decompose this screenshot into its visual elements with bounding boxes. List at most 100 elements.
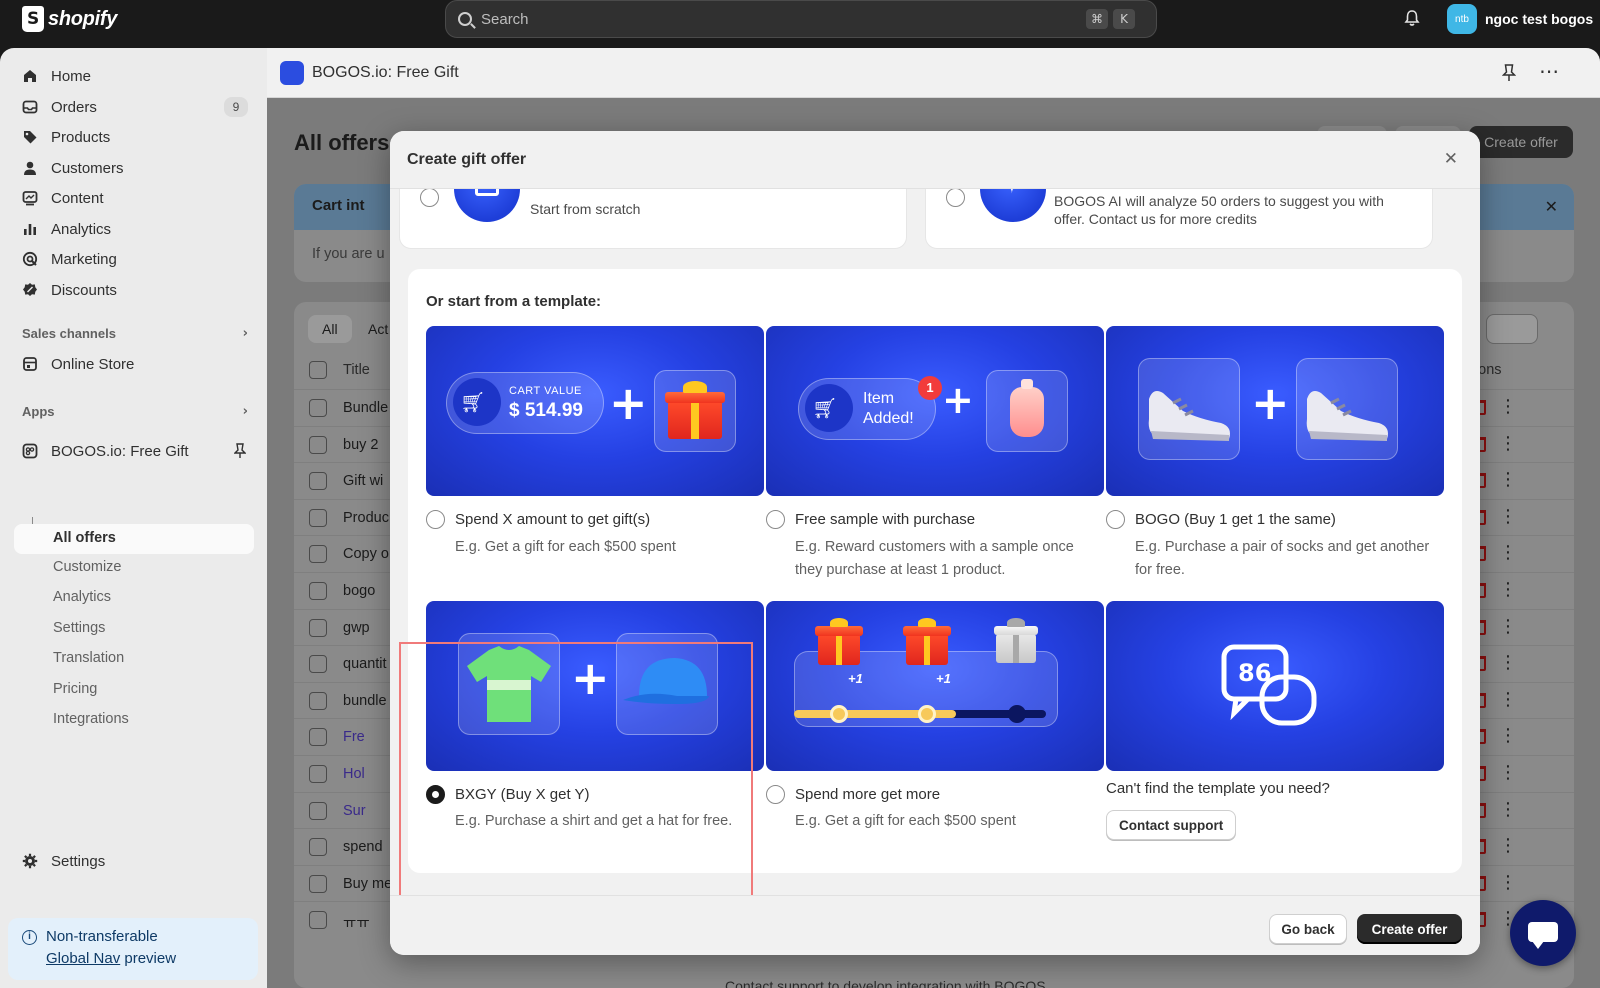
bogos-ai-option[interactable]: ✦ BOGOS AI will analyze 50 orders to sug… <box>925 189 1433 249</box>
row-title[interactable]: Bundle <box>343 400 388 416</box>
row-checkbox[interactable] <box>309 911 327 930</box>
sidebar-subitem-integrations[interactable]: Integrations <box>53 711 129 727</box>
row-checkbox[interactable] <box>309 655 327 674</box>
row-title[interactable]: quantit <box>343 656 387 672</box>
sidebar-item-settings[interactable]: Settings <box>22 847 254 875</box>
row-title[interactable]: Copy o <box>343 546 389 562</box>
template-radio[interactable] <box>1106 510 1125 529</box>
row-checkbox[interactable] <box>309 508 327 527</box>
sidebar-item-products[interactable]: Products <box>22 123 254 151</box>
select-all-checkbox[interactable] <box>309 361 327 379</box>
row-title[interactable]: Hol <box>343 766 365 782</box>
create-offer-button[interactable]: Create offer <box>1357 914 1462 944</box>
template-spend-more-option[interactable]: Spend more get more <box>766 785 940 804</box>
global-nav-link[interactable]: Global Nav <box>46 950 120 967</box>
sales-channels-section[interactable]: Sales channels › <box>22 326 254 341</box>
live-chat-button[interactable] <box>1510 900 1576 966</box>
sidebar-item-discounts[interactable]: Discounts <box>22 276 254 304</box>
row-title[interactable]: spend <box>343 839 383 855</box>
sidebar-item-customers[interactable]: Customers <box>22 154 254 182</box>
row-checkbox[interactable] <box>309 801 327 820</box>
row-title[interactable]: ㅠㅠ <box>343 912 370 933</box>
more-options-icon[interactable]: ⋮ <box>1499 542 1517 563</box>
apps-section[interactable]: Apps › <box>22 404 254 419</box>
more-options-icon[interactable]: ⋯ <box>1539 59 1560 83</box>
row-title[interactable]: Produc <box>343 510 389 526</box>
sidebar-subitem-translation[interactable]: Translation <box>53 650 124 666</box>
more-options-icon[interactable]: ⋮ <box>1499 652 1517 673</box>
sidebar-subitem-analytics[interactable]: Analytics <box>53 589 111 605</box>
sidebar-item-analytics[interactable]: Analytics <box>22 215 254 243</box>
row-title[interactable]: bundle <box>343 693 387 709</box>
shopify-logo[interactable]: shopify <box>22 6 117 32</box>
sidebar-subitem-pricing[interactable]: Pricing <box>53 681 97 697</box>
pin-icon[interactable] <box>1502 64 1516 82</box>
pin-icon[interactable] <box>234 443 246 459</box>
row-title[interactable]: buy 2 <box>343 437 378 453</box>
sidebar-item-marketing[interactable]: Marketing <box>22 245 254 273</box>
more-options-icon[interactable]: ⋮ <box>1499 689 1517 710</box>
spend-x-illustration[interactable]: CART VALUE $ 514.99 🛒︎ + <box>426 326 764 496</box>
bell-icon[interactable] <box>1403 9 1421 27</box>
ai-radio[interactable] <box>946 189 965 207</box>
user-menu[interactable]: ntb ngoc test bogos <box>1447 4 1593 34</box>
sidebar-item-online-store[interactable]: Online Store <box>22 350 254 378</box>
template-radio[interactable] <box>426 510 445 529</box>
row-checkbox[interactable] <box>309 399 327 417</box>
more-options-icon[interactable]: ⋮ <box>1499 762 1517 783</box>
close-icon[interactable]: ✕ <box>1444 149 1458 169</box>
spend-more-illustration[interactable]: +1 +1 <box>766 601 1104 771</box>
sidebar-subitem-customize[interactable]: Customize <box>53 559 122 575</box>
sidebar-subitem-settings[interactable]: Settings <box>53 620 105 636</box>
row-checkbox[interactable] <box>309 435 327 454</box>
start-from-scratch-option[interactable]: Start from scratch <box>399 189 907 249</box>
row-checkbox[interactable] <box>309 582 327 600</box>
more-options-icon[interactable]: ⋮ <box>1499 469 1517 490</box>
row-checkbox[interactable] <box>309 472 327 491</box>
global-search[interactable]: ⌘ K <box>445 0 1157 38</box>
row-checkbox[interactable] <box>309 765 327 783</box>
scratch-radio[interactable] <box>420 189 439 207</box>
row-title[interactable]: bogo <box>343 583 375 599</box>
more-options-icon[interactable]: ⋮ <box>1499 396 1517 417</box>
search-input[interactable] <box>481 10 1081 28</box>
sidebar-item-orders[interactable]: Orders 9 <box>22 93 254 121</box>
row-checkbox[interactable] <box>309 618 327 637</box>
row-title[interactable]: gwp <box>343 620 370 636</box>
bogo-illustration[interactable]: + <box>1106 326 1444 496</box>
row-checkbox[interactable] <box>309 545 327 564</box>
row-checkbox[interactable] <box>309 728 327 747</box>
template-radio[interactable] <box>766 785 785 804</box>
more-options-icon[interactable]: ⋮ <box>1499 835 1517 856</box>
more-options-icon[interactable]: ⋮ <box>1499 616 1517 637</box>
close-icon[interactable]: ✕ <box>1545 197 1558 216</box>
sidebar-subitem-all-offers[interactable]: All offers <box>14 524 254 554</box>
more-options-icon[interactable]: ⋮ <box>1499 872 1517 893</box>
row-title[interactable]: Gift wi <box>343 473 383 489</box>
go-back-button[interactable]: Go back <box>1269 914 1347 944</box>
more-options-icon[interactable]: ⋮ <box>1499 433 1517 454</box>
sidebar-item-bogos-app[interactable]: BOGOS.io: Free Gift <box>22 437 254 465</box>
search-filter-button[interactable] <box>1486 314 1538 344</box>
more-options-icon[interactable]: ⋮ <box>1499 725 1517 746</box>
template-bogo-option[interactable]: BOGO (Buy 1 get 1 the same) <box>1106 510 1336 529</box>
row-checkbox[interactable] <box>309 874 327 893</box>
row-title[interactable]: Sur <box>343 803 366 819</box>
template-radio[interactable] <box>766 510 785 529</box>
cart-icon: 🛒︎ <box>812 396 838 420</box>
create-offer-bg-button[interactable]: Create offer <box>1469 126 1573 158</box>
free-sample-illustration[interactable]: Item Added! 🛒︎ 1 + <box>766 326 1104 496</box>
contact-support-button[interactable]: Contact support <box>1106 810 1237 840</box>
row-title[interactable]: Fre <box>343 729 365 745</box>
more-options-icon[interactable]: ⋮ <box>1499 579 1517 600</box>
sidebar-item-content[interactable]: Content <box>22 184 254 212</box>
row-checkbox[interactable] <box>309 691 327 710</box>
row-checkbox[interactable] <box>309 838 327 857</box>
tab-all[interactable]: All <box>308 315 352 343</box>
more-options-icon[interactable]: ⋮ <box>1499 799 1517 820</box>
template-spend-x-option[interactable]: Spend X amount to get gift(s) <box>426 510 650 529</box>
sidebar-item-home[interactable]: Home <box>22 62 254 90</box>
more-options-icon[interactable]: ⋮ <box>1499 506 1517 527</box>
template-free-sample-option[interactable]: Free sample with purchase <box>766 510 975 529</box>
row-title[interactable]: Buy me <box>343 876 392 892</box>
